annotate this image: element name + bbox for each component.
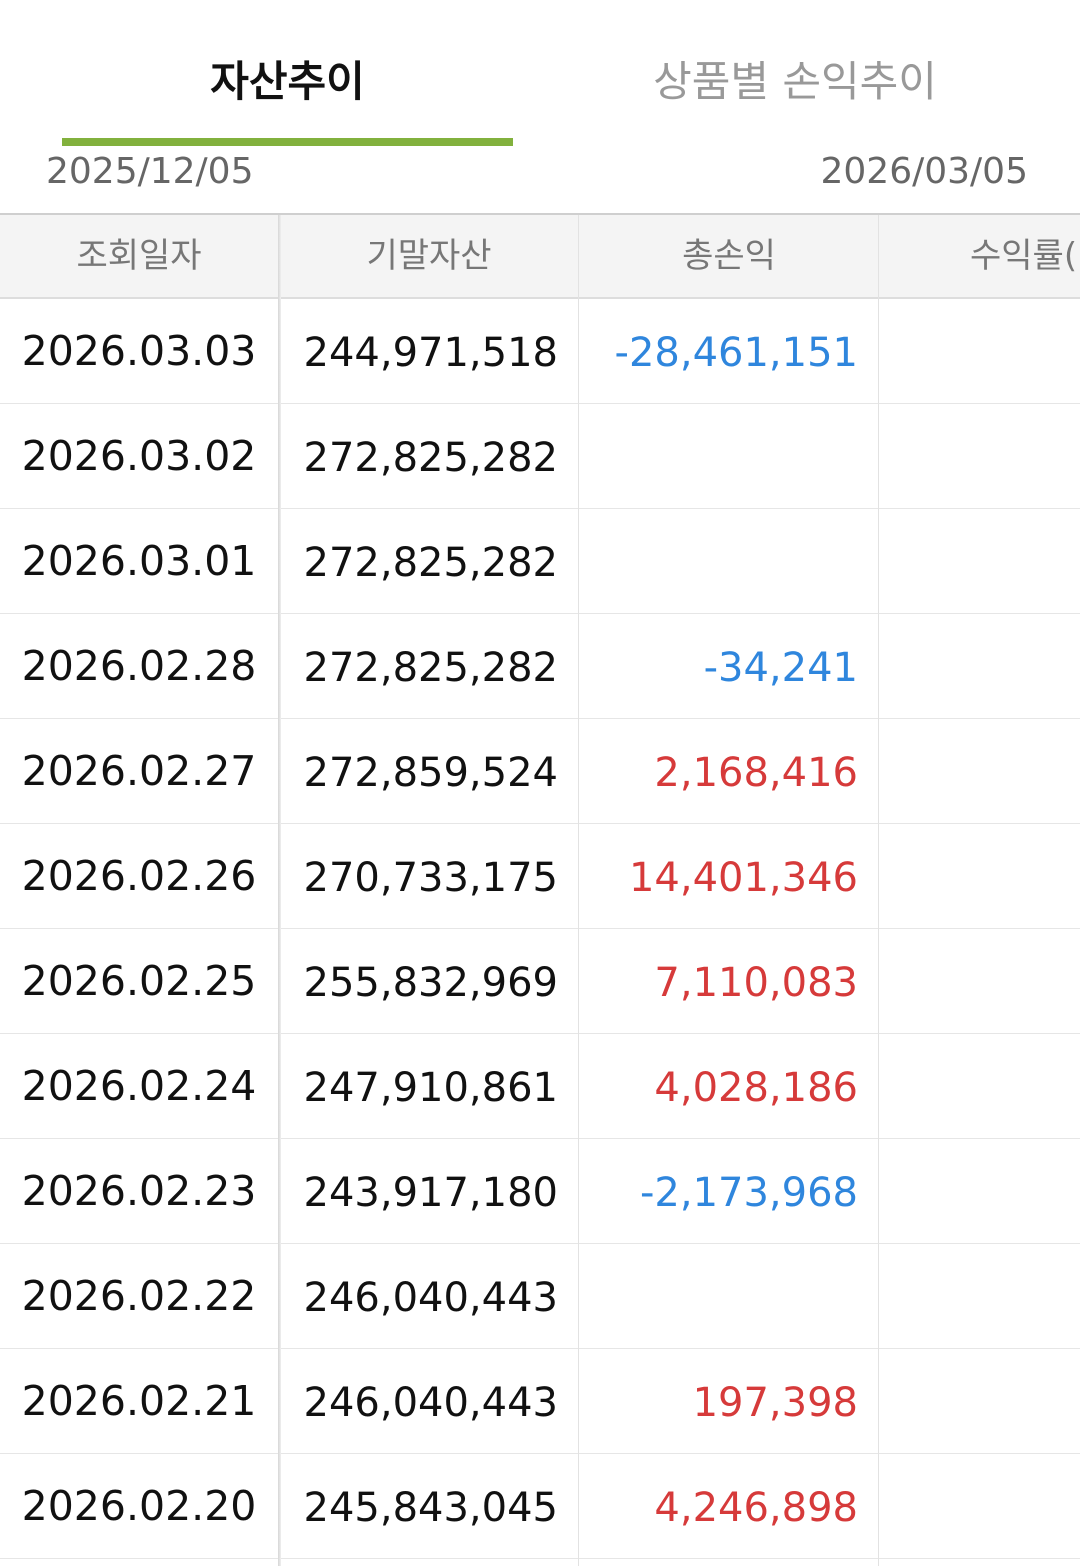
- cell-date: 2026.03.02: [21, 432, 257, 480]
- cell-total-pnl: 2,168,416: [654, 750, 858, 796]
- cell-total-pnl: [580, 406, 878, 510]
- cell-ending-asset: 246,040,443: [303, 1275, 558, 1321]
- cell-date: 2026.02.26: [21, 852, 257, 900]
- table-row[interactable]: 2026.02.21 246,040,443 197,398: [0, 1349, 1080, 1454]
- table-header: 조회일자 기말자산 총손익 수익률(: [0, 215, 1080, 299]
- cell-ending-asset: 245,843,045: [303, 1485, 558, 1531]
- table-row[interactable]: 2026.03.01 272,825,282: [0, 509, 1080, 614]
- header-date[interactable]: 조회일자: [0, 215, 278, 297]
- tab-product-pnl-trend[interactable]: 상품별 손익추이: [560, 50, 1030, 114]
- table-body: 2026.03.03 244,971,518 -28,461,151 2026.…: [0, 299, 1080, 1559]
- date-range-start[interactable]: 2025/12/05: [46, 148, 254, 196]
- tab-bar: 자산추이 상품별 손익추이: [0, 0, 1080, 148]
- cell-date: 2026.03.01: [21, 537, 257, 585]
- tab-asset-trend[interactable]: 자산추이: [62, 50, 513, 114]
- cell-ending-asset: 246,040,443: [303, 1380, 558, 1426]
- cell-date: 2026.02.24: [21, 1062, 257, 1110]
- cell-ending-asset: 255,832,969: [303, 960, 558, 1006]
- cell-total-pnl: 14,401,346: [628, 855, 858, 901]
- header-ending-asset[interactable]: 기말자산: [280, 215, 578, 297]
- cell-date: 2026.02.25: [21, 957, 257, 1005]
- table-row[interactable]: 2026.02.26 270,733,175 14,401,346: [0, 824, 1080, 929]
- cell-ending-asset: 270,733,175: [303, 855, 558, 901]
- cell-date: 2026.02.20: [21, 1482, 257, 1530]
- table-row[interactable]: 2026.02.22 246,040,443: [0, 1244, 1080, 1349]
- cell-date: 2026.02.23: [21, 1167, 257, 1215]
- table-row[interactable]: 2026.02.23 243,917,180 -2,173,968: [0, 1139, 1080, 1244]
- cell-total-pnl: -28,461,151: [614, 330, 858, 376]
- cell-total-pnl: [580, 1246, 878, 1350]
- cell-total-pnl: [580, 511, 878, 615]
- cell-ending-asset: 272,825,282: [303, 645, 558, 691]
- cell-total-pnl: -2,173,968: [639, 1170, 858, 1216]
- asset-trend-table[interactable]: 조회일자 기말자산 총손익 수익률( 2026.03.03 244,971,51…: [0, 213, 1080, 1566]
- cell-ending-asset: 272,825,282: [303, 540, 558, 586]
- cell-total-pnl: 4,028,186: [654, 1065, 858, 1111]
- frozen-column-divider: [278, 215, 281, 1566]
- cell-ending-asset: 243,917,180: [303, 1170, 558, 1216]
- active-tab-indicator: [62, 138, 513, 146]
- cell-total-pnl: -34,241: [703, 645, 858, 691]
- table-row[interactable]: 2026.03.02 272,825,282: [0, 404, 1080, 509]
- cell-ending-asset: 272,825,282: [303, 435, 558, 481]
- cell-ending-asset: 244,971,518: [303, 330, 558, 376]
- cell-total-pnl: 4,246,898: [654, 1485, 858, 1531]
- header-total-pnl[interactable]: 총손익: [580, 215, 878, 297]
- table-row[interactable]: 2026.03.03 244,971,518 -28,461,151: [0, 299, 1080, 404]
- table-row[interactable]: 2026.02.28 272,825,282 -34,241: [0, 614, 1080, 719]
- table-row[interactable]: 2026.02.24 247,910,861 4,028,186: [0, 1034, 1080, 1139]
- cell-date: 2026.02.28: [21, 642, 257, 690]
- cell-date: 2026.02.21: [21, 1377, 257, 1425]
- cell-date: 2026.02.27: [21, 747, 257, 795]
- column-divider: [878, 215, 879, 1566]
- cell-date: 2026.03.03: [21, 327, 257, 375]
- date-range-end[interactable]: 2026/03/05: [821, 148, 1029, 196]
- cell-total-pnl: 7,110,083: [654, 960, 858, 1006]
- cell-date: 2026.02.22: [21, 1272, 257, 1320]
- cell-total-pnl: 197,398: [692, 1380, 858, 1426]
- column-divider: [578, 215, 579, 1566]
- table-row[interactable]: 2026.02.25 255,832,969 7,110,083: [0, 929, 1080, 1034]
- cell-ending-asset: 272,859,524: [303, 750, 558, 796]
- cell-ending-asset: 247,910,861: [303, 1065, 558, 1111]
- table-row[interactable]: 2026.02.20 245,843,045 4,246,898: [0, 1454, 1080, 1559]
- header-return-rate[interactable]: 수익률(: [880, 215, 1080, 297]
- table-row[interactable]: 2026.02.27 272,859,524 2,168,416: [0, 719, 1080, 824]
